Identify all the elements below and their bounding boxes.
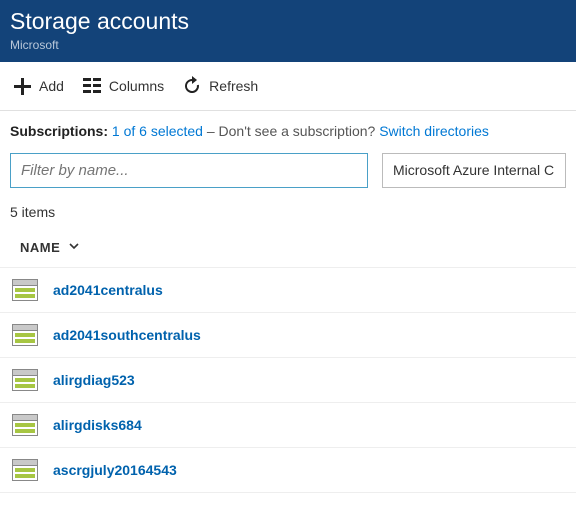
- storage-account-icon: [12, 279, 38, 301]
- resource-name-link[interactable]: ascrgjuly20164543: [53, 462, 177, 478]
- subscriptions-prompt: – Don't see a subscription?: [207, 123, 379, 139]
- table-row[interactable]: ad2041centralus: [0, 268, 576, 313]
- storage-account-icon: [12, 369, 38, 391]
- storage-account-icon: [12, 414, 38, 436]
- page-subtitle: Microsoft: [10, 38, 566, 52]
- chevron-down-icon: [68, 240, 80, 255]
- table-header[interactable]: NAME: [0, 232, 576, 268]
- table-body: ad2041centralus ad2041southcentralus ali…: [0, 268, 576, 493]
- refresh-label: Refresh: [209, 78, 258, 94]
- resource-name-link[interactable]: alirgdisks684: [53, 417, 142, 433]
- filter-row: Microsoft Azure Internal C: [0, 153, 576, 188]
- table-row[interactable]: alirgdiag523: [0, 358, 576, 403]
- column-header-name: NAME: [20, 240, 60, 255]
- table-row[interactable]: alirgdisks684: [0, 403, 576, 448]
- resource-name-link[interactable]: alirgdiag523: [53, 372, 135, 388]
- columns-button[interactable]: Columns: [78, 73, 174, 99]
- refresh-button[interactable]: Refresh: [178, 72, 268, 100]
- columns-label: Columns: [109, 78, 164, 94]
- scope-dropdown[interactable]: Microsoft Azure Internal C: [382, 153, 566, 188]
- resource-name-link[interactable]: ad2041southcentralus: [53, 327, 201, 343]
- page-title: Storage accounts: [10, 8, 566, 36]
- subscriptions-selected-link[interactable]: 1 of 6 selected: [112, 123, 203, 139]
- subscriptions-label: Subscriptions:: [10, 123, 108, 139]
- scope-dropdown-value: Microsoft Azure Internal C: [393, 162, 554, 178]
- plus-icon: [12, 76, 32, 96]
- toolbar: Add Columns Refresh: [0, 62, 576, 111]
- refresh-icon: [182, 76, 202, 96]
- table-row[interactable]: ascrgjuly20164543: [0, 448, 576, 493]
- storage-account-icon: [12, 324, 38, 346]
- items-count: 5 items: [0, 198, 576, 232]
- subscriptions-bar: Subscriptions: 1 of 6 selected – Don't s…: [0, 111, 576, 153]
- add-label: Add: [39, 78, 64, 94]
- page-header: Storage accounts Microsoft: [0, 0, 576, 62]
- name-filter-input[interactable]: [10, 153, 368, 188]
- columns-icon: [82, 77, 102, 95]
- add-button[interactable]: Add: [8, 72, 74, 100]
- switch-directories-link[interactable]: Switch directories: [379, 123, 489, 139]
- table-row[interactable]: ad2041southcentralus: [0, 313, 576, 358]
- resource-name-link[interactable]: ad2041centralus: [53, 282, 163, 298]
- storage-account-icon: [12, 459, 38, 481]
